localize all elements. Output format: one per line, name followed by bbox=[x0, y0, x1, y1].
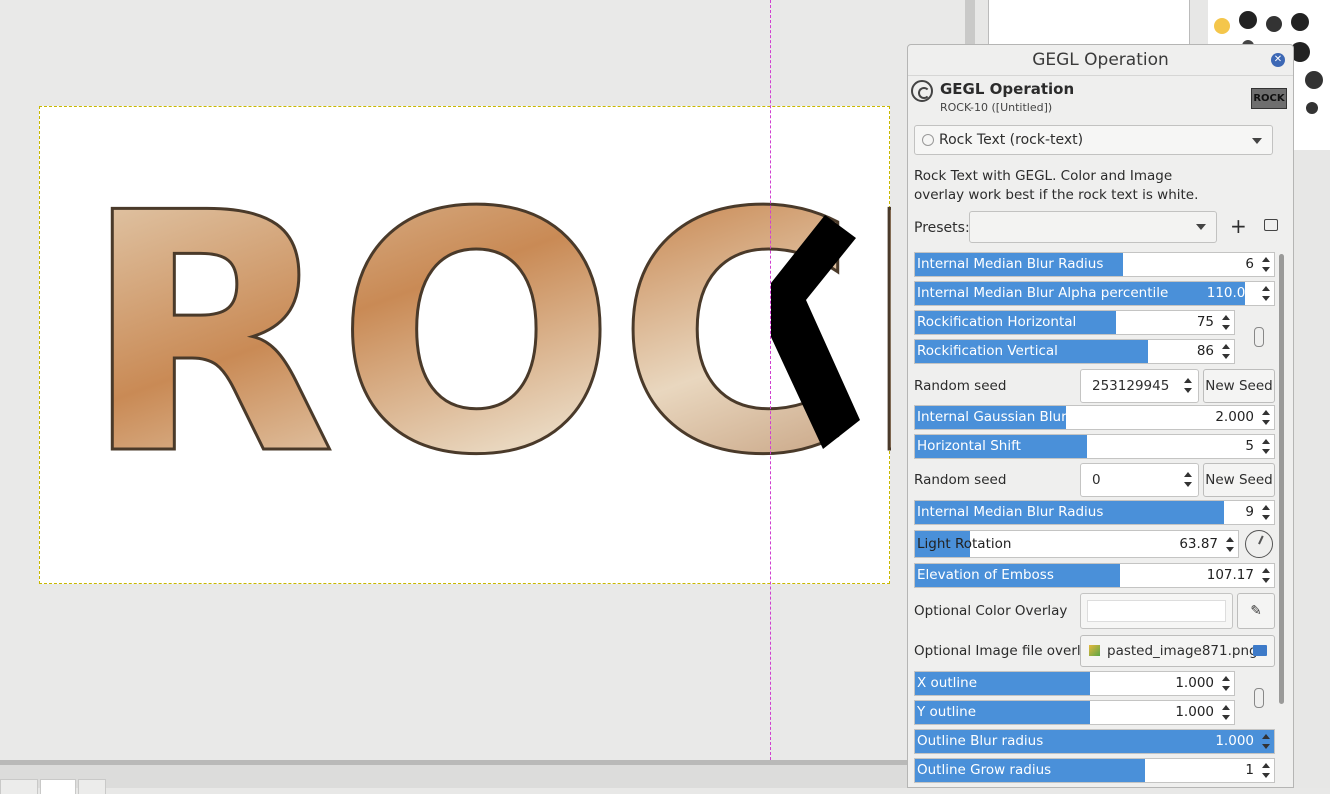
horizontal-shift-slider[interactable]: Horizontal Shift 5 bbox=[914, 434, 1275, 459]
chain-link-icon[interactable] bbox=[1254, 327, 1264, 347]
outline-grow-row: Outline Grow radius 1 bbox=[914, 758, 1275, 783]
canvas-bottom-bar bbox=[0, 760, 965, 794]
median-blur-radius-slider[interactable]: Internal Median Blur Radius 6 bbox=[914, 252, 1275, 277]
bottom-tab-active[interactable] bbox=[40, 779, 76, 794]
rockification-horizontal-row: Rockification Horizontal 75 bbox=[914, 310, 1275, 335]
layer-thumbnail: ROCK bbox=[1251, 88, 1287, 109]
x-outline-slider[interactable]: X outline 1.000 bbox=[914, 671, 1235, 696]
image-overlay-row: Optional Image file overlay pasted_image… bbox=[914, 635, 1275, 667]
spin-arrows-icon[interactable] bbox=[1262, 504, 1270, 521]
header-title: GEGL Operation bbox=[940, 80, 1075, 98]
chevron-down-icon bbox=[1252, 138, 1262, 144]
dialog-header: GEGL Operation ROCK-10 ([Untitled]) ROCK bbox=[908, 76, 1293, 118]
spin-arrows-icon[interactable] bbox=[1262, 567, 1270, 584]
gaussian-blur-row: Internal Gaussian Blur 2.000 bbox=[914, 405, 1275, 430]
spin-arrows-icon[interactable] bbox=[1262, 438, 1270, 455]
image-file-icon bbox=[1089, 645, 1100, 656]
rockification-vertical-slider[interactable]: Rockification Vertical 86 bbox=[914, 339, 1235, 364]
spin-arrows-icon[interactable] bbox=[1262, 285, 1270, 302]
spin-arrows-icon[interactable] bbox=[1184, 471, 1192, 488]
spin-arrows-icon[interactable] bbox=[1262, 733, 1270, 750]
operation-description: Rock Text with GEGL. Color and Image ove… bbox=[914, 168, 1199, 203]
rock-text-render: ROCK bbox=[81, 142, 892, 529]
color-overlay-well[interactable] bbox=[1080, 593, 1233, 629]
light-rotation-slider[interactable]: Light Rotation 63.87 bbox=[914, 530, 1239, 558]
horizontal-shift-row: Horizontal Shift 5 bbox=[914, 434, 1275, 459]
operation-select-label: Rock Text (rock-text) bbox=[939, 132, 1084, 148]
median-blur-radius-row: Internal Median Blur Radius 6 bbox=[914, 252, 1275, 277]
image-canvas[interactable]: ROCK bbox=[39, 106, 892, 584]
rockification-horizontal-slider[interactable]: Rockification Horizontal 75 bbox=[914, 310, 1235, 335]
new-seed-button-2[interactable]: New Seed bbox=[1203, 463, 1275, 497]
presets-label: Presets: bbox=[914, 220, 970, 236]
chain-link-icon[interactable] bbox=[1254, 688, 1264, 708]
bottom-tab[interactable] bbox=[0, 779, 38, 794]
chevron-down-icon bbox=[1196, 224, 1206, 230]
spin-arrows-icon[interactable] bbox=[1222, 314, 1230, 331]
spin-arrows-icon[interactable] bbox=[1226, 536, 1234, 553]
vertical-guide bbox=[770, 0, 771, 760]
presets-menu-icon[interactable] bbox=[1264, 219, 1278, 231]
operation-select[interactable]: Rock Text (rock-text) bbox=[914, 125, 1273, 155]
dialog-scrollbar[interactable] bbox=[1278, 250, 1286, 788]
spin-arrows-icon[interactable] bbox=[1184, 377, 1192, 394]
y-outline-row: Y outline 1.000 bbox=[914, 700, 1275, 725]
spin-arrows-icon[interactable] bbox=[1222, 675, 1230, 692]
dialog-titlebar[interactable]: GEGL Operation ✕ bbox=[908, 45, 1293, 76]
spin-arrows-icon[interactable] bbox=[1222, 704, 1230, 721]
median-blur-radius-2-row: Internal Median Blur Radius 9 bbox=[914, 500, 1275, 525]
header-subtitle: ROCK-10 ([Untitled]) bbox=[940, 101, 1053, 114]
presets-select[interactable] bbox=[969, 211, 1217, 243]
outline-grow-slider[interactable]: Outline Grow radius 1 bbox=[914, 758, 1275, 783]
gegl-operation-dialog: GEGL Operation ✕ GEGL Operation ROCK-10 … bbox=[907, 44, 1294, 788]
random-seed-input-2[interactable]: 0 bbox=[1080, 463, 1199, 497]
dock-panel bbox=[988, 0, 1190, 44]
rotation-dial-icon[interactable] bbox=[1245, 530, 1273, 558]
median-blur-alpha-row: Internal Median Blur Alpha percentile 11… bbox=[914, 281, 1275, 306]
gegl-small-icon bbox=[922, 134, 934, 146]
gaussian-blur-slider[interactable]: Internal Gaussian Blur 2.000 bbox=[914, 405, 1275, 430]
spin-arrows-icon[interactable] bbox=[1222, 343, 1230, 360]
median-blur-radius-2-slider[interactable]: Internal Median Blur Radius 9 bbox=[914, 500, 1275, 525]
spin-arrows-icon[interactable] bbox=[1262, 409, 1270, 426]
image-overlay-file-button[interactable]: pasted_image871.png bbox=[1080, 635, 1275, 667]
image-canvas-area[interactable]: ROCK bbox=[0, 0, 965, 760]
new-seed-button[interactable]: New Seed bbox=[1203, 369, 1275, 403]
close-icon[interactable]: ✕ bbox=[1271, 53, 1285, 67]
random-seed-row-2: Random seed 0 New Seed bbox=[914, 463, 1275, 497]
outline-blur-row: Outline Blur radius 1.000 bbox=[914, 729, 1275, 754]
bottom-tab[interactable] bbox=[78, 779, 106, 794]
color-picker-icon[interactable]: ✎ bbox=[1237, 593, 1275, 629]
gegl-icon bbox=[911, 80, 933, 102]
rockification-vertical-row: Rockification Vertical 86 bbox=[914, 339, 1275, 364]
random-seed-input[interactable]: 253129945 bbox=[1080, 369, 1199, 403]
spin-arrows-icon[interactable] bbox=[1262, 256, 1270, 273]
x-outline-row: X outline 1.000 bbox=[914, 671, 1275, 696]
y-outline-slider[interactable]: Y outline 1.000 bbox=[914, 700, 1235, 725]
light-rotation-row: Light Rotation 63.87 bbox=[914, 530, 1275, 558]
spin-arrows-icon[interactable] bbox=[1262, 762, 1270, 779]
random-seed-row: Random seed 253129945 New Seed bbox=[914, 369, 1275, 403]
emboss-elevation-row: Elevation of Emboss 107.17 bbox=[914, 563, 1275, 588]
color-overlay-row: Optional Color Overlay ✎ bbox=[914, 593, 1275, 629]
outline-blur-slider[interactable]: Outline Blur radius 1.000 bbox=[914, 729, 1275, 754]
median-blur-alpha-slider[interactable]: Internal Median Blur Alpha percentile 11… bbox=[914, 281, 1275, 306]
add-preset-icon[interactable]: + bbox=[1230, 215, 1247, 237]
folder-icon bbox=[1253, 645, 1267, 656]
dialog-title: GEGL Operation bbox=[1032, 50, 1169, 70]
emboss-elevation-slider[interactable]: Elevation of Emboss 107.17 bbox=[914, 563, 1275, 588]
